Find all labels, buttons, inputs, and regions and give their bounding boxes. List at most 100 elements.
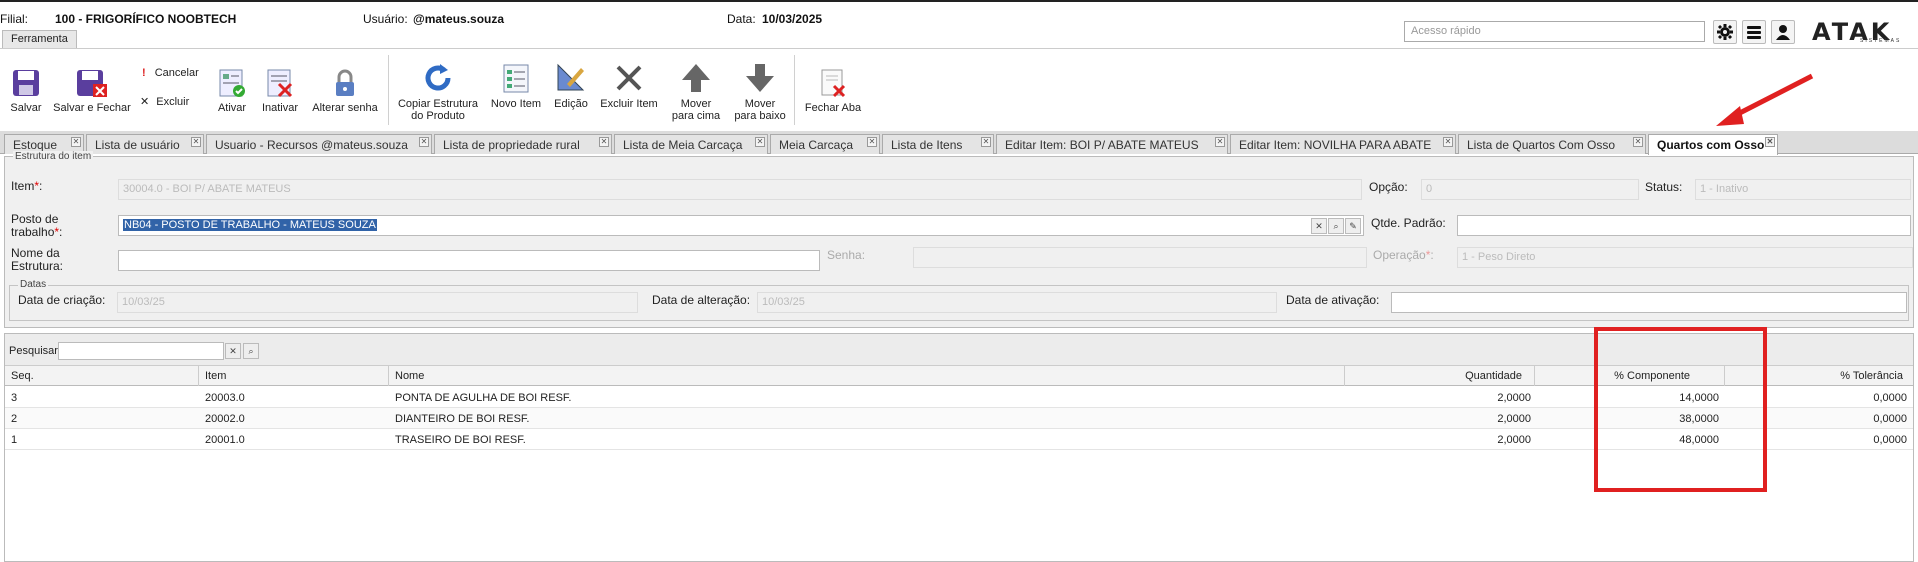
close-icon[interactable]: ✕ [599,137,609,147]
search-icon[interactable]: ⌕ [243,343,259,359]
col-nome[interactable]: Nome [389,366,1345,386]
user-icon[interactable] [1771,20,1795,44]
cell-seq: 3 [11,392,18,404]
mover-cima-button[interactable]: Mover para cima [668,62,724,122]
close-icon[interactable]: ✕ [755,137,765,147]
inativar-button[interactable]: Inativar [258,68,302,114]
cancelar-label: Cancelar [154,67,199,79]
close-tab-icon [821,69,846,98]
excluir-label: Excluir [156,96,190,108]
fechar-aba-label: Fechar Aba [804,102,862,114]
datas-group: Datas Data de criação: 10/03/25 Data de … [9,279,1909,321]
filial-value: 100 - FRIGORÍFICO NOOBTECH [55,12,237,26]
tab-lista-meia-carcaca[interactable]: Lista de Meia Carcaça ✕ [614,134,768,154]
salvar-fechar-button[interactable]: Salvar e Fechar [52,68,132,114]
mover-baixo-label-1: Mover [744,98,776,110]
tab-lista-propriedade[interactable]: Lista de propriedade rural ✕ [434,134,612,154]
posto-field[interactable]: NB04 - POSTO DE TRABALHO - MATEUS SOUZA … [118,215,1364,236]
toolbar-separator [794,55,795,125]
col-item[interactable]: Item [199,366,389,386]
tab-editar-novilha[interactable]: Editar Item: NOVILHA PARA ABATE ✕ [1230,134,1456,154]
data-value: 10/03/2025 [762,12,823,26]
close-icon[interactable]: ✕ [191,137,201,147]
tab-lista-usuario[interactable]: Lista de usuário ✕ [86,134,204,154]
close-icon[interactable]: ✕ [981,137,991,147]
tab-editar-boi[interactable]: Editar Item: BOI P/ ABATE MATEUS ✕ [996,134,1228,154]
edicao-button[interactable]: Edição [552,62,590,110]
edit-pencil-icon[interactable]: ✎ [1345,218,1361,234]
tab-label: Estoque [13,138,58,152]
menu-icon[interactable] [1742,20,1766,44]
qtde-field[interactable] [1457,215,1911,236]
ativar-label: Ativar [217,102,247,114]
cell-item: 20002.0 [205,413,245,425]
cell-seq: 2 [11,413,18,425]
cell-quantidade: 2,0000 [1497,434,1531,446]
criacao-field: 10/03/25 [117,292,638,313]
alterar-senha-button[interactable]: Alterar senha [310,68,380,114]
tab-lista-itens[interactable]: Lista de Itens ✕ [882,134,994,154]
cell-nome: DIANTEIRO DE BOI RESF. [395,413,530,425]
copiar-estrutura-button[interactable]: Copiar Estrutura do Produto [396,62,480,122]
arrow-up-icon [682,64,710,92]
alteracao-field: 10/03/25 [757,292,1277,313]
nome-field[interactable] [118,250,820,271]
save-icon [13,70,39,96]
status-label: Status: [1645,180,1683,194]
mover-baixo-button[interactable]: Mover para baixo [730,62,790,122]
opcao-label: Opção: [1369,180,1408,194]
atak-logo-sub: SISTEMAS [1860,38,1902,44]
col-seq[interactable]: Seq. [5,366,199,386]
close-icon[interactable]: ✕ [1633,137,1643,147]
copiar-estrutura-label-2: do Produto [411,110,465,122]
cell-item: 20003.0 [205,392,245,404]
cell-tolerancia: 0,0000 [1873,413,1907,425]
tab-usuario-recursos[interactable]: Usuario - Recursos @mateus.souza ✕ [206,134,432,154]
close-icon[interactable]: ✕ [1443,137,1453,147]
opcao-field: 0 [1421,179,1639,200]
salvar-label: Salvar [10,102,42,114]
ativacao-field[interactable] [1391,292,1907,313]
tab-quartos-com-osso[interactable]: Quartos com Osso ✕ [1648,134,1778,155]
deactivate-icon [267,69,293,98]
tab-lista-quartos[interactable]: Lista de Quartos Com Osso ✕ [1458,134,1646,154]
tab-label: Quartos com Osso [1657,138,1765,152]
usuario-value: @mateus.souza [413,12,505,26]
x-icon: ✕ [140,96,150,108]
clear-icon[interactable]: ✕ [1311,218,1327,234]
cell-nome: TRASEIRO DE BOI RESF. [395,434,526,446]
col-quantidade[interactable]: Quantidade [1345,366,1535,386]
clear-search-icon[interactable]: ✕ [225,343,241,359]
tab-label: Editar Item: NOVILHA PARA ABATE [1239,138,1432,152]
close-icon[interactable]: ✕ [419,137,429,147]
novo-item-button[interactable]: Novo Item [488,62,544,110]
tab-meia-carcaca[interactable]: Meia Carcaça ✕ [770,134,880,154]
data-label: Data: [727,12,756,26]
search-icon[interactable]: ⌕ [1328,218,1344,234]
fechar-aba-button[interactable]: Fechar Aba [802,68,864,114]
salvar-button[interactable]: Salvar [8,68,44,114]
edit-icon [557,63,585,91]
quick-access-input[interactable]: Acesso rápido [1404,21,1705,42]
excluir-item-label: Excluir Item [600,98,658,110]
excluir-button[interactable]: ✕ Excluir [140,95,189,108]
close-icon[interactable]: ✕ [867,137,877,147]
cancelar-button[interactable]: ! Cancelar [142,67,199,79]
excluir-item-button[interactable]: Excluir Item [598,62,660,110]
operacao-field: 1 - Peso Direto [1457,247,1913,268]
tab-label: Lista de Itens [891,138,963,152]
close-icon[interactable]: ✕ [1765,137,1775,147]
ativar-button[interactable]: Ativar [214,68,250,114]
tab-label: Lista de propriedade rural [443,138,580,152]
close-icon[interactable]: ✕ [1215,137,1225,147]
ferramenta-menu-tab[interactable]: Ferramenta [2,30,77,48]
gear-icon[interactable] [1713,20,1737,44]
alteracao-label: Data de alteração: [652,293,751,307]
posto-label: Posto de trabalho*: [11,212,63,239]
search-input[interactable] [58,342,224,360]
close-icon[interactable]: ✕ [71,137,81,147]
lock-icon [336,69,354,96]
form-legend: Estrutura do item [13,151,94,162]
delete-item-icon [616,65,642,91]
cell-quantidade: 2,0000 [1497,413,1531,425]
